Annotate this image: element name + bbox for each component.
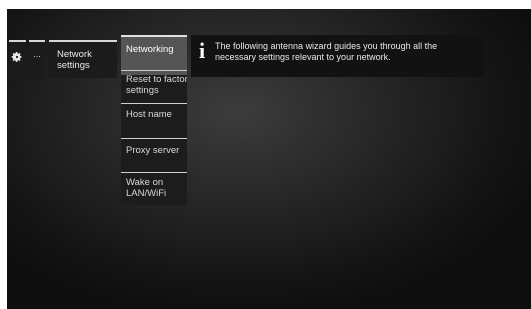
network-settings-label: Network settings — [57, 49, 92, 71]
tv-settings-screen: ... Network settings Networking Reset to… — [7, 9, 531, 309]
menu-item-host-name[interactable]: Host name — [121, 103, 187, 137]
info-panel: i The following antenna wizard guides yo… — [191, 35, 485, 77]
menu-item-label: Proxy server — [126, 145, 180, 156]
menu-item-label: Networking — [126, 44, 174, 55]
settings-breadcrumb-tile[interactable] — [9, 40, 26, 78]
menu-item-reset-factory[interactable]: Reset to factory settings — [121, 70, 187, 104]
menu-item-wake-on-lan[interactable]: Wake on LAN/WiFi — [121, 172, 187, 206]
network-settings-menu: Networking Reset to factory settings Hos… — [121, 35, 187, 205]
menu-item-networking[interactable]: Networking — [121, 35, 187, 75]
info-text: The following antenna wizard guides you … — [215, 41, 438, 62]
gear-icon — [11, 52, 22, 62]
menu-item-proxy-server[interactable]: Proxy server — [121, 138, 187, 172]
menu-item-label: Wake on LAN/WiFi — [126, 177, 167, 199]
menu-item-label: Host name — [126, 109, 172, 120]
ellipsis-breadcrumb-tile[interactable]: ... — [29, 40, 45, 78]
ellipsis-label: ... — [33, 49, 41, 59]
info-icon: i — [199, 38, 206, 63]
menu-item-label: Reset to factory settings — [126, 74, 187, 96]
network-settings-breadcrumb-tile[interactable]: Network settings — [49, 40, 117, 78]
